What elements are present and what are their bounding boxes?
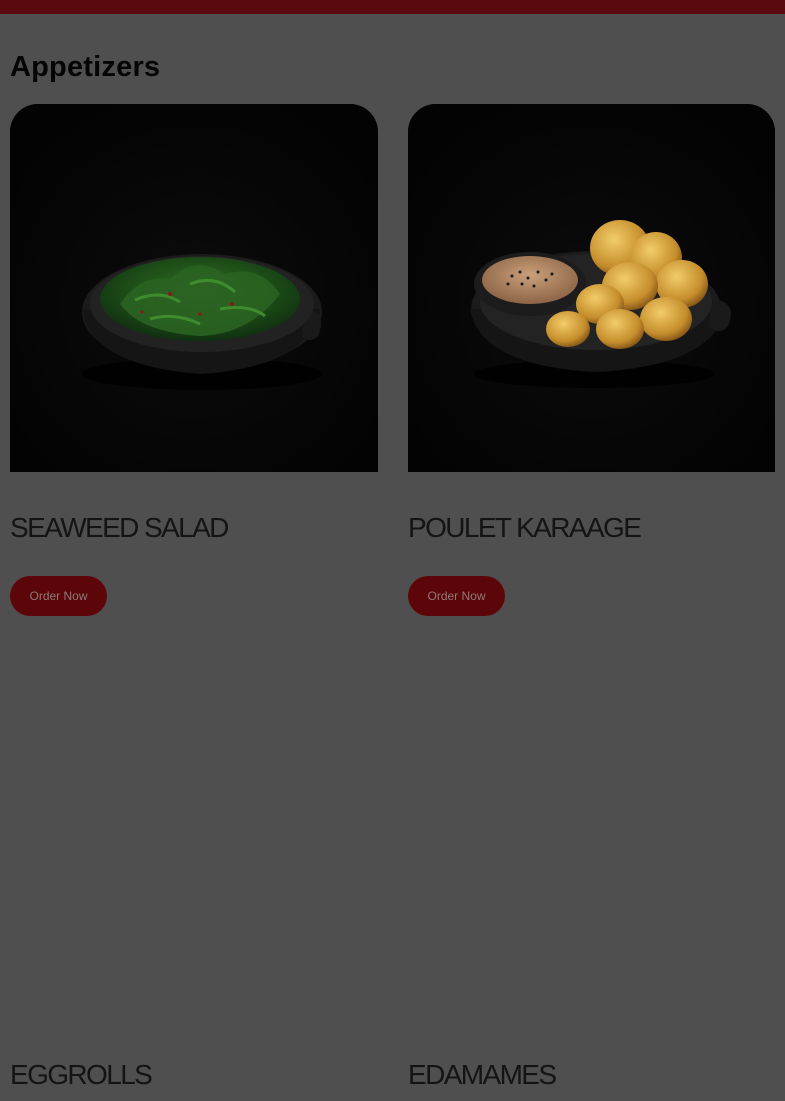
order-now-button[interactable]: Order Now [10,576,107,616]
section-title: Appetizers [10,51,161,83]
item-name: SEAWEED SALAD [10,512,229,543]
item-name-edamames: EDAMAMES [408,1059,557,1090]
item-name: POULET KARAAGE [408,512,642,543]
poulet-karaage-image[interactable] [408,104,775,472]
menu-card-poulet-karaage: POULET KARAAGE Order Now [408,104,775,616]
order-now-button[interactable]: Order Now [408,576,505,616]
karaage-photo-icon [408,104,775,472]
seaweed-salad-photo-icon [10,104,378,472]
top-bar [0,0,785,14]
seaweed-salad-image[interactable] [10,104,378,472]
item-name-eggrolls: EGGROLLS [10,1059,153,1090]
menu-card-seaweed-salad: SEAWEED SALAD Order Now [10,104,378,616]
